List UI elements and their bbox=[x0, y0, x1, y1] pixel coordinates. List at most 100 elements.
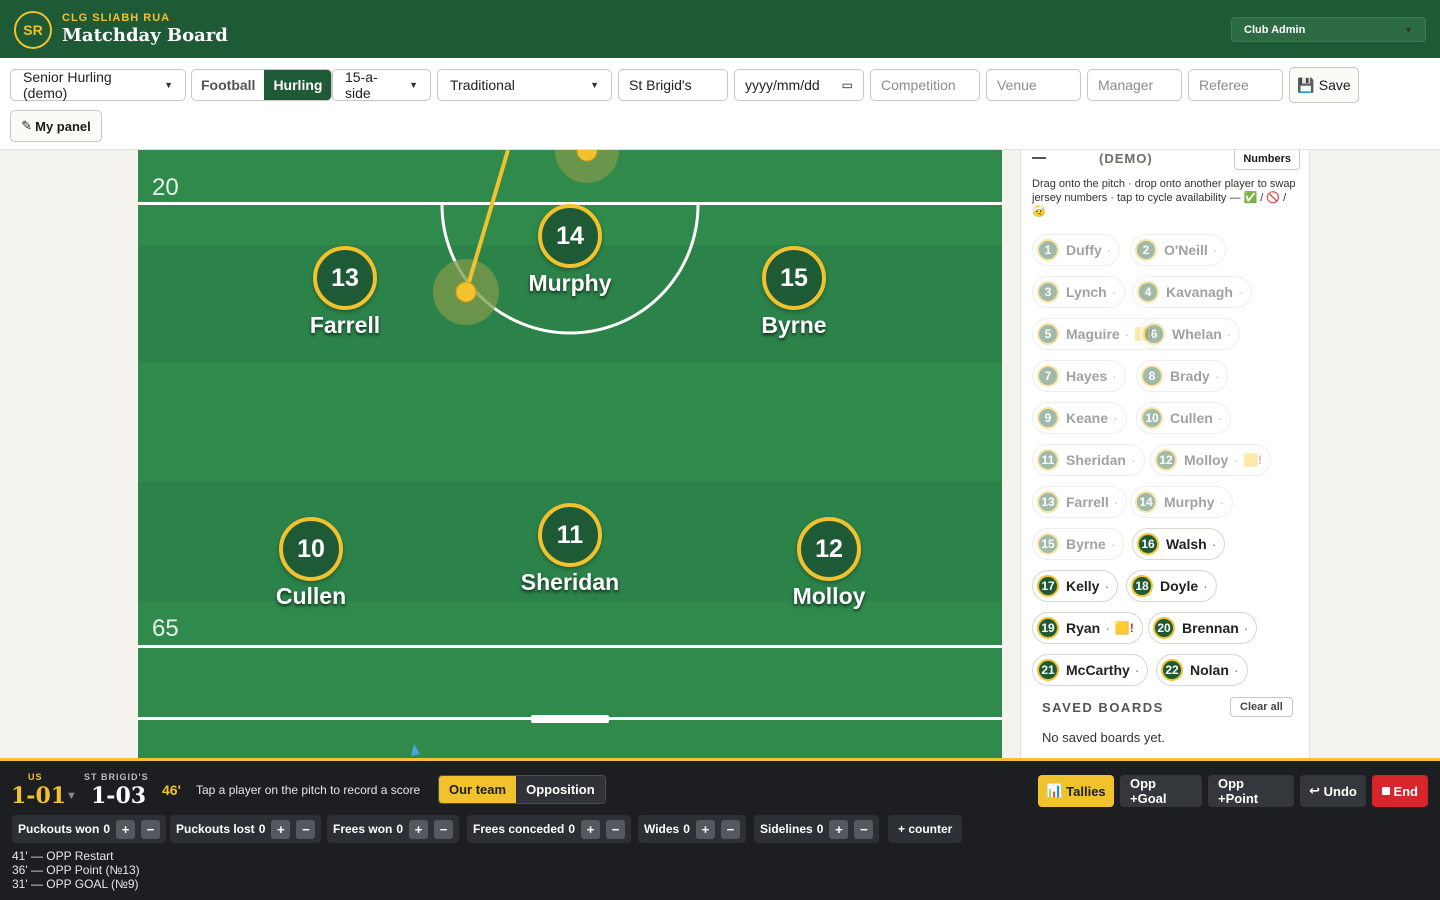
roster-chip-10[interactable]: 10 Cullen · bbox=[1136, 402, 1232, 434]
squad-panel: (DEMO) Numbers Drag onto the pitch · dro… bbox=[1020, 150, 1310, 758]
increment-button[interactable]: + bbox=[695, 819, 715, 839]
undo-icon: ↩ bbox=[1309, 783, 1321, 798]
counter-value: 0 bbox=[816, 822, 824, 836]
manager-input[interactable]: Manager bbox=[1087, 69, 1182, 101]
decrement-button[interactable]: − bbox=[434, 819, 454, 839]
decrement-button[interactable]: − bbox=[606, 819, 626, 839]
roster-chip-19[interactable]: 19 Ryan · 🟨! bbox=[1032, 612, 1143, 644]
decrement-button[interactable]: − bbox=[720, 819, 740, 839]
roster-chip-6[interactable]: 6 Whelan · bbox=[1138, 318, 1241, 350]
roster-number: 15 bbox=[1037, 533, 1059, 555]
roster-number: 22 bbox=[1161, 659, 1183, 681]
floppy-disk-icon: 💾 bbox=[1297, 76, 1315, 93]
log-entry: 31' — OPP GOAL (№9) bbox=[12, 877, 139, 891]
app-title: Matchday Board bbox=[62, 25, 228, 46]
stat-counter: Sidelines 0 + − bbox=[754, 815, 880, 843]
roster-chip-20[interactable]: 20 Brennan · bbox=[1148, 612, 1258, 644]
roster-chip-7[interactable]: 7 Hayes · bbox=[1032, 360, 1126, 392]
roster-chip-12[interactable]: 12 Molloy · 🟨! bbox=[1150, 444, 1271, 476]
roster-name: McCarthy bbox=[1066, 662, 1130, 678]
player-name: Byrne bbox=[761, 312, 827, 338]
roster-chip-21[interactable]: 21 McCarthy · bbox=[1032, 654, 1149, 686]
increment-button[interactable]: + bbox=[116, 819, 136, 839]
pitch-player-13[interactable]: 13 Farrell bbox=[265, 246, 425, 339]
pitch-player-10[interactable]: 10 Cullen bbox=[231, 517, 391, 610]
save-button[interactable]: 💾 Save bbox=[1289, 67, 1359, 103]
our-team-button[interactable]: Our team bbox=[439, 776, 517, 803]
sliotar-marker[interactable] bbox=[455, 281, 477, 303]
app-header: SR CLG SLIABH RUA Matchday Board Club Ad… bbox=[0, 0, 1440, 58]
increment-button[interactable]: + bbox=[409, 819, 429, 839]
collapse-icon[interactable] bbox=[1032, 157, 1046, 159]
decrement-button[interactable]: − bbox=[296, 819, 316, 839]
referee-input[interactable]: Referee bbox=[1188, 69, 1283, 101]
roster-chip-15[interactable]: 15 Byrne · bbox=[1032, 528, 1125, 560]
club-name: CLG SLIABH RUA bbox=[62, 12, 171, 24]
pitch-player-12[interactable]: 12 Molloy bbox=[749, 517, 909, 610]
opp-score: 1-03 bbox=[91, 783, 147, 809]
opp-point-button[interactable]: Opp +Point bbox=[1208, 775, 1294, 807]
yellow-card-icon: 🟨! bbox=[1243, 453, 1262, 467]
roster-chip-3[interactable]: 3 Lynch · bbox=[1032, 276, 1126, 308]
stat-counter: Puckouts lost 0 + − bbox=[170, 815, 322, 843]
availability-separator: · bbox=[1226, 326, 1232, 342]
opponent-input[interactable]: St Brigid's bbox=[618, 69, 728, 101]
code-football-button[interactable]: Football bbox=[192, 70, 264, 100]
roster-name: Brady bbox=[1170, 368, 1210, 384]
roster-chip-22[interactable]: 22 Nolan · bbox=[1156, 654, 1248, 686]
clear-all-button[interactable]: Clear all bbox=[1230, 697, 1293, 717]
decrement-button[interactable]: − bbox=[854, 819, 874, 839]
roster-number: 2 bbox=[1135, 239, 1157, 261]
roster-number: 18 bbox=[1131, 575, 1153, 597]
role-select[interactable]: Club Admin ▼ bbox=[1231, 17, 1426, 42]
roster-chip-4[interactable]: 4 Kavanagh · bbox=[1132, 276, 1252, 308]
panel-title: (DEMO) bbox=[1099, 151, 1153, 166]
pitch-player-14[interactable]: 14 Murphy bbox=[490, 204, 650, 297]
opp-goal-button[interactable]: Opp +Goal bbox=[1120, 775, 1202, 807]
tallies-button[interactable]: 📊 Tallies bbox=[1038, 775, 1114, 807]
roster-number: 5 bbox=[1037, 323, 1059, 345]
team-select[interactable]: Senior Hurling (demo) ▼ bbox=[10, 69, 186, 101]
log-entry: 36' — OPP Point (№13) bbox=[12, 863, 140, 877]
venue-input[interactable]: Venue bbox=[986, 69, 1081, 101]
opposition-button[interactable]: Opposition bbox=[516, 776, 605, 803]
event-log: 41' — OPP Restart 36' — OPP Point (№13) … bbox=[12, 849, 140, 891]
my-panel-button[interactable]: ✎ My panel bbox=[10, 110, 102, 142]
date-input[interactable]: yyyy/mm/dd ▭ bbox=[734, 69, 864, 101]
saved-boards-empty: No saved boards yet. bbox=[1042, 730, 1165, 745]
format-select[interactable]: 15-a-side ▼ bbox=[332, 69, 431, 101]
roster-chip-18[interactable]: 18 Doyle · bbox=[1126, 570, 1217, 602]
pitch-player-15[interactable]: 15 Byrne bbox=[714, 246, 874, 339]
roster-chip-2[interactable]: 2 O'Neill · bbox=[1130, 234, 1227, 266]
increment-button[interactable]: + bbox=[829, 819, 849, 839]
add-counter-button[interactable]: + counter bbox=[888, 815, 963, 843]
roster-number: 4 bbox=[1137, 281, 1159, 303]
undo-button[interactable]: ↩ Undo bbox=[1300, 775, 1366, 807]
roster-chip-16[interactable]: 16 Walsh · bbox=[1132, 528, 1226, 560]
pitch[interactable]: 20 65 13 Farrell 14 Murphy 15 Byrne 10 C… bbox=[138, 150, 1002, 758]
undo-label: Undo bbox=[1323, 783, 1357, 799]
roster-chip-17[interactable]: 17 Kelly · bbox=[1032, 570, 1119, 602]
stat-counter: Wides 0 + − bbox=[638, 815, 746, 843]
competition-input[interactable]: Competition bbox=[870, 69, 980, 101]
roster-name: Maguire bbox=[1066, 326, 1120, 342]
roster-name: O'Neill bbox=[1164, 242, 1208, 258]
roster-chip-11[interactable]: 11 Sheridan · bbox=[1032, 444, 1145, 476]
pitch-player-11[interactable]: 11 Sheridan bbox=[490, 503, 650, 596]
availability-separator: · bbox=[1130, 452, 1136, 468]
roster-chip-14[interactable]: 14 Murphy · bbox=[1130, 486, 1234, 518]
counter-label: Puckouts lost bbox=[176, 822, 255, 836]
date-input-placeholder: yyyy/mm/dd bbox=[745, 77, 820, 93]
increment-button[interactable]: + bbox=[581, 819, 601, 839]
end-match-button[interactable]: End bbox=[1372, 775, 1428, 807]
roster-chip-1[interactable]: 1 Duffy · bbox=[1032, 234, 1121, 266]
code-hurling-button[interactable]: Hurling bbox=[264, 70, 332, 100]
roster-number: 17 bbox=[1037, 575, 1059, 597]
numbers-button[interactable]: Numbers bbox=[1234, 150, 1300, 170]
increment-button[interactable]: + bbox=[271, 819, 291, 839]
roster-chip-9[interactable]: 9 Keane · bbox=[1032, 402, 1127, 434]
roster-chip-8[interactable]: 8 Brady · bbox=[1136, 360, 1229, 392]
decrement-button[interactable]: − bbox=[141, 819, 161, 839]
formation-select[interactable]: Traditional ▼ bbox=[437, 69, 612, 101]
roster-chip-13[interactable]: 13 Farrell · bbox=[1032, 486, 1128, 518]
